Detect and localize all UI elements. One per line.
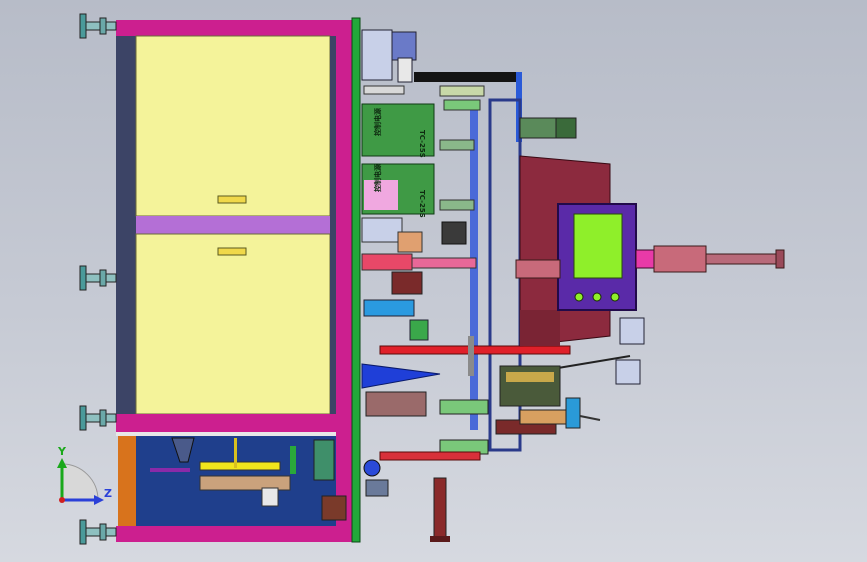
controller-1-model: TC-25S <box>418 130 426 158</box>
rod-support <box>468 336 474 376</box>
cyl-d <box>439 139 475 151</box>
cyl-b <box>443 99 481 111</box>
panel-divider <box>136 216 336 234</box>
top-block-blue <box>391 31 417 61</box>
base-bar-purple <box>150 468 190 472</box>
hmi-button-1 <box>574 292 584 302</box>
slide-motor <box>391 271 423 295</box>
cyl-a <box>439 85 485 97</box>
vertical-post-blue <box>470 110 478 430</box>
controller-2-name: 控制电源 <box>373 164 382 192</box>
base-rod <box>234 438 237 468</box>
lower-knob <box>363 459 381 477</box>
hmi-button-3 <box>610 292 620 302</box>
x-axis-dot <box>59 497 65 503</box>
cabinet <box>116 20 354 542</box>
machine-assembly-drawing: 控制电源 TC-25S 控制电源 TC-25S Y Z <box>57 13 785 545</box>
arm-end-cap <box>775 249 785 269</box>
slide-cyan-block <box>363 299 415 317</box>
base-green-rod <box>290 446 296 474</box>
red-long-rod <box>379 345 571 355</box>
base-yellow-cylinder <box>199 461 281 471</box>
slide-base <box>361 217 403 243</box>
top-block-white <box>397 57 413 83</box>
y-axis-arrow <box>57 458 67 468</box>
arm-pink-joint <box>635 249 655 269</box>
cup-body <box>619 317 645 345</box>
lower-block-a <box>365 391 427 417</box>
cyl-c <box>519 117 557 139</box>
upper-door-panel <box>135 35 331 217</box>
slide-green-block <box>409 319 429 341</box>
foot-bottom <box>79 519 117 545</box>
cup-body-2 <box>615 359 641 385</box>
gripper-tip <box>579 415 601 421</box>
top-bracket <box>361 29 393 81</box>
base-right-frame <box>336 432 354 542</box>
arm-back-tube <box>515 259 561 279</box>
lower-red-rod <box>379 451 481 461</box>
arm-tube <box>653 245 707 273</box>
leveling-feet <box>79 13 117 545</box>
slide-block-tan <box>397 231 423 253</box>
cabinet-left-pillar <box>116 22 136 432</box>
cabinet-top-frame <box>116 20 352 36</box>
base-orange-panel <box>118 436 136 528</box>
blue-wedge <box>361 363 441 389</box>
cabinet-inner-edge <box>330 36 336 414</box>
base-top-strip <box>116 432 352 436</box>
foot-upper-mid <box>79 265 117 291</box>
triad-arc <box>61 463 99 501</box>
gripper-brass <box>506 372 554 382</box>
base-motor <box>321 495 347 521</box>
top-bar-white <box>363 85 405 95</box>
hmi-screen <box>573 213 623 279</box>
cad-viewport[interactable]: 控制电源 TC-25S 控制电源 TC-25S Y Z <box>0 0 867 562</box>
cyl-c-end <box>555 117 577 139</box>
axis-triad: Y Z <box>57 445 112 505</box>
arm-rod <box>705 253 779 265</box>
gripper-blue <box>565 397 581 429</box>
cabinet-right-frame <box>336 20 354 432</box>
controller-box-2: 控制电源 TC-25S <box>361 163 435 218</box>
z-axis-label: Z <box>104 487 112 500</box>
controller-1-name: 控制电源 <box>373 108 382 136</box>
lower-hanging-foot <box>430 536 450 542</box>
z-axis-arrow <box>94 495 104 505</box>
lower-cyl-a <box>439 399 489 415</box>
slide-red-bar <box>361 253 413 271</box>
foot-top <box>79 13 117 39</box>
slide-pink-bar <box>411 257 477 269</box>
lower-door-handle <box>217 247 247 256</box>
main-green-rail <box>351 17 361 543</box>
cyl-e <box>439 199 475 211</box>
y-axis-label: Y <box>57 445 67 458</box>
controller-box-1: 控制电源 TC-25S <box>361 103 435 158</box>
maroon-lower-block <box>520 310 560 346</box>
cabinet-mid-frame <box>116 414 352 432</box>
lower-hanging-rod <box>433 477 447 539</box>
slide-block-dark <box>441 221 467 245</box>
base-right-bracket <box>313 439 335 481</box>
base-white-block <box>261 487 279 507</box>
lower-door-panel <box>135 233 331 415</box>
top-black-bar <box>414 72 518 82</box>
upper-door-handle <box>217 195 247 204</box>
foot-lower-mid <box>79 405 117 431</box>
lower-bracket <box>365 479 389 497</box>
hmi-button-2 <box>592 292 602 302</box>
controller-2-model: TC-25S <box>418 190 426 218</box>
cabinet-bottom-frame <box>116 526 352 542</box>
hmi-panel <box>557 203 637 311</box>
